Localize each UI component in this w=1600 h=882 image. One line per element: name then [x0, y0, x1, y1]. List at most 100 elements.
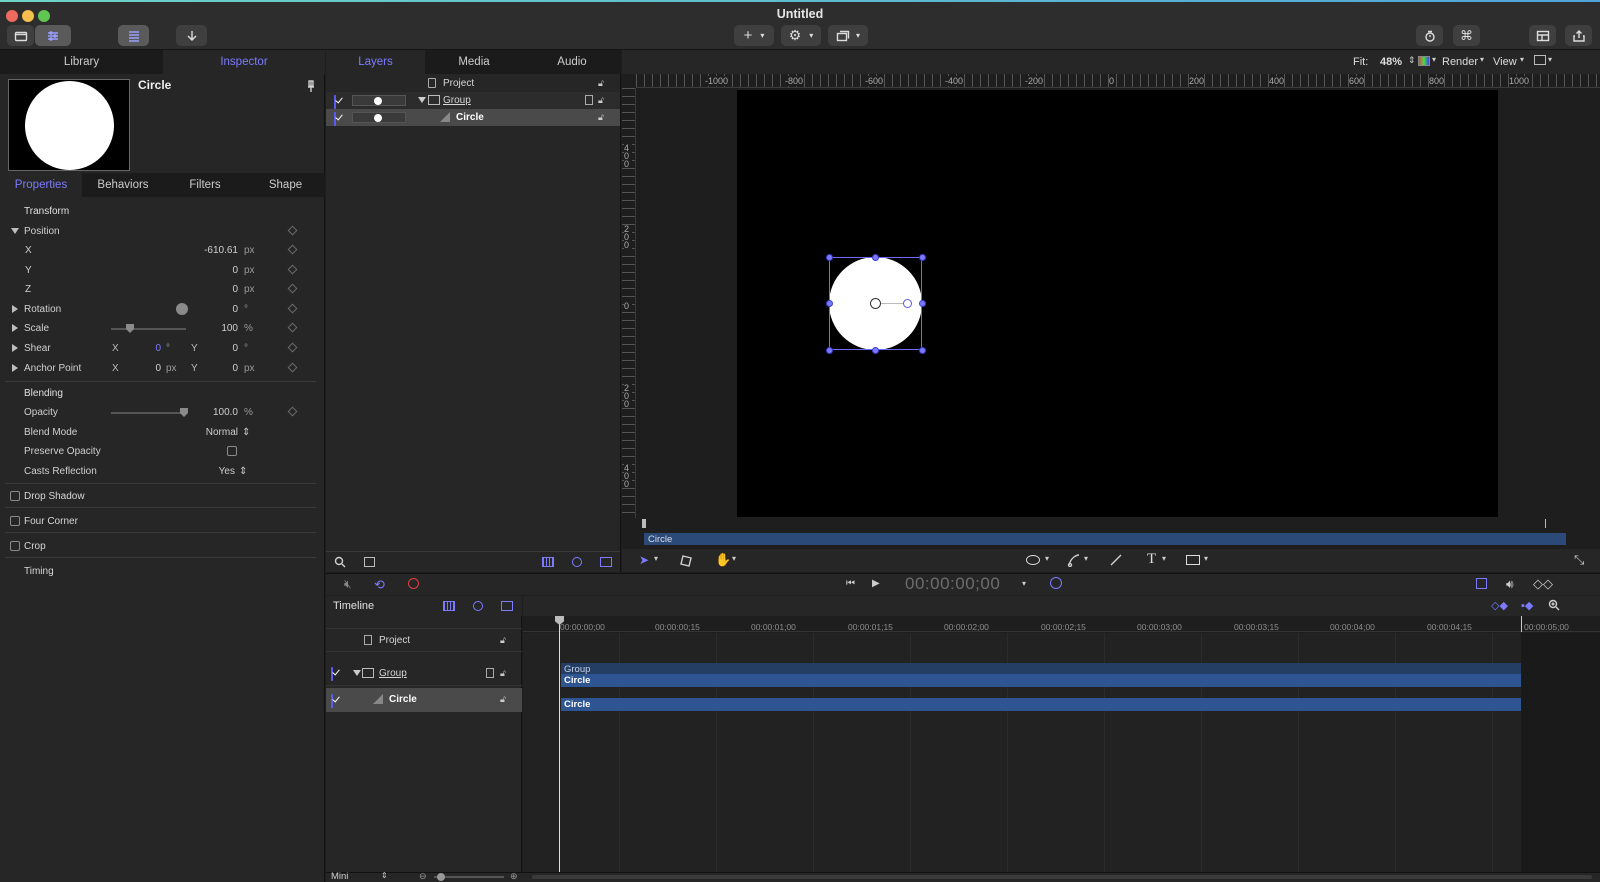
timecode-display[interactable]: 00:00:00;00 — [905, 574, 1000, 594]
four-corner-checkbox[interactable] — [10, 516, 20, 526]
drop-shadow-checkbox[interactable] — [10, 491, 20, 501]
filters-toggle-icon[interactable] — [542, 557, 554, 567]
group-circle-clip[interactable]: Circle — [561, 674, 1521, 687]
chevron-down-icon[interactable]: ▾ — [1022, 579, 1026, 588]
lock-icon[interactable]: 🔓︎ — [500, 694, 506, 705]
canvas-viewport[interactable] — [737, 90, 1498, 517]
snap-keyframes-icon[interactable]: ◇◆ — [1491, 599, 1508, 612]
disclosure-triangle-icon[interactable] — [12, 305, 18, 313]
timeline-row-project[interactable]: Project 🔓︎ — [326, 628, 522, 652]
opacity-value[interactable]: 100.0 — [190, 407, 238, 418]
transform-handle[interactable] — [826, 300, 833, 307]
lock-icon[interactable]: 🔓︎ — [598, 78, 604, 89]
opacity-slider-thumb[interactable] — [374, 114, 382, 122]
zoom-slider-thumb[interactable] — [437, 873, 445, 881]
zoom-in-icon[interactable] — [1548, 599, 1560, 611]
behaviors-toggle-icon[interactable] — [501, 601, 513, 611]
transform-handle[interactable] — [872, 347, 879, 354]
tab-media[interactable]: Media — [425, 50, 523, 74]
preserve-opacity-checkbox[interactable] — [227, 446, 237, 456]
circle-clip[interactable]: Circle — [561, 698, 1521, 711]
layer-thumbnails-icon[interactable] — [364, 557, 375, 567]
playhead-marker[interactable] — [642, 519, 646, 528]
chevron-down-icon[interactable]: ▾ — [1204, 554, 1208, 563]
shear-x-value[interactable]: 0 — [130, 343, 161, 354]
chevron-down-icon[interactable]: ▾ — [1162, 554, 1166, 563]
mini-timeline-ruler[interactable] — [636, 518, 1600, 530]
tab-inspector[interactable]: Inspector — [163, 50, 325, 74]
clock-icon[interactable] — [1050, 577, 1062, 589]
transform-handle[interactable] — [826, 347, 833, 354]
timeline-scrollbar[interactable] — [532, 875, 1592, 879]
opacity-slider-thumb[interactable] — [374, 97, 382, 105]
search-icon[interactable] — [334, 556, 346, 568]
mini-timeline-clip[interactable]: Circle — [644, 533, 1566, 545]
inspector-toggle-button[interactable] — [35, 25, 71, 46]
timeline-row-group[interactable]: Group 🔓︎ — [326, 656, 522, 686]
select-tool-icon[interactable]: ➤ — [639, 553, 649, 567]
chevron-down-icon[interactable]: ▾ — [1084, 554, 1088, 563]
add-object-dropdown[interactable]: + ▾ — [734, 25, 774, 46]
hand-tool-icon[interactable]: ✋ — [715, 552, 731, 568]
behaviors-toggle-icon[interactable] — [600, 557, 612, 567]
zoom-in-icon[interactable]: ⊕ — [510, 871, 518, 882]
scale-value[interactable]: 100 — [200, 323, 238, 334]
group-visibility-checkbox[interactable] — [331, 667, 333, 681]
disclosure-triangle-icon[interactable] — [418, 97, 426, 103]
anchor-y-value[interactable]: 0 — [200, 363, 238, 374]
audio-mute-icon[interactable]: 🔇︎ — [344, 577, 352, 592]
group-opacity-slider[interactable] — [352, 95, 406, 106]
opacity-slider-thumb[interactable] — [180, 408, 188, 417]
chevron-down-icon[interactable]: ▾ — [1045, 554, 1049, 563]
keyframe-icon[interactable] — [287, 283, 298, 294]
transform-handle[interactable] — [919, 254, 926, 261]
circle-opacity-slider[interactable] — [352, 112, 406, 123]
chevron-down-icon[interactable]: ▾ — [1432, 55, 1436, 64]
layer-row-circle[interactable]: Circle 🔓︎ — [326, 109, 620, 126]
shear-y-value[interactable]: 0 — [200, 343, 238, 354]
paint-stroke-tool-icon[interactable] — [1109, 553, 1123, 567]
position-x-value[interactable]: -610.61 — [180, 245, 238, 256]
bezier-tool-icon[interactable] — [1067, 553, 1081, 567]
opacity-slider-track[interactable] — [111, 412, 186, 414]
motion-tracking-button[interactable] — [1416, 25, 1443, 46]
lock-icon[interactable]: 🔓︎ — [500, 668, 506, 679]
hud-button[interactable] — [1529, 25, 1556, 46]
masks-toggle-icon[interactable] — [572, 557, 582, 567]
layers-toggle-button[interactable] — [118, 25, 149, 46]
keyframe-icon[interactable] — [287, 264, 298, 275]
rotation-handle[interactable] — [903, 299, 912, 308]
pin-icon[interactable] — [305, 79, 317, 93]
circle-visibility-checkbox[interactable] — [334, 112, 336, 126]
filters-toggle-icon[interactable] — [443, 601, 455, 611]
lock-icon[interactable]: 🔓︎ — [500, 635, 506, 646]
anchor-x-value[interactable]: 0 — [130, 363, 161, 374]
keyframe-icon[interactable] — [287, 244, 298, 255]
render-menu[interactable]: Render — [1442, 56, 1478, 68]
go-to-start-icon[interactable]: ⏮ — [846, 578, 855, 589]
transform-glyph-icon[interactable] — [680, 553, 694, 567]
tab-layers[interactable]: Layers — [326, 50, 425, 74]
keyframe-icon[interactable] — [287, 406, 298, 417]
layer-row-group[interactable]: Group 🔓︎ — [326, 92, 620, 109]
scale-slider-thumb[interactable] — [126, 324, 134, 333]
casts-reflection-select[interactable]: Yes — [200, 466, 235, 477]
chevron-down-icon[interactable]: ▾ — [654, 554, 658, 563]
rotation-dial[interactable] — [176, 303, 188, 315]
stepper-icon[interactable]: ⇕ — [242, 427, 250, 438]
layer-row-project[interactable]: Project 🔓︎ — [326, 75, 620, 92]
view-menu[interactable]: View — [1493, 56, 1517, 68]
chevron-down-icon[interactable]: ▾ — [732, 554, 736, 563]
masks-toggle-icon[interactable] — [473, 601, 483, 611]
keyframe-icon[interactable] — [287, 303, 298, 314]
record-icon[interactable] — [408, 578, 419, 589]
group-clip[interactable]: Group Circle — [561, 663, 1521, 687]
circle-visibility-checkbox[interactable] — [331, 694, 333, 708]
rotation-value[interactable]: 0 — [200, 304, 238, 315]
disclosure-triangle-icon[interactable] — [12, 324, 18, 332]
playhead-line[interactable] — [559, 616, 560, 872]
speaker-icon[interactable]: 🔊︎ — [1506, 577, 1514, 592]
command-button[interactable]: ⌘ — [1453, 25, 1480, 46]
share-export-arrow-button[interactable] — [176, 25, 207, 46]
disclosure-triangle-icon[interactable] — [11, 228, 19, 234]
